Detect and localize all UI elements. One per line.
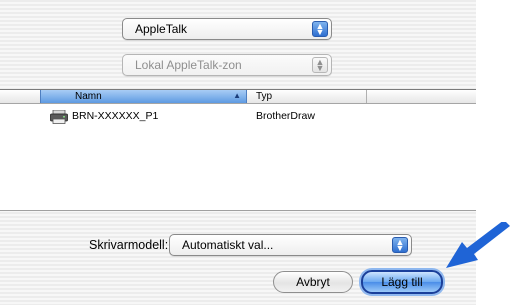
add-printer-dialog: AppleTalk ▲ ▼ Lokal AppleTalk-zon ▲ ▼ Namn… xyxy=(0,0,476,305)
arrow-pointer-icon xyxy=(446,222,510,268)
add-button[interactable]: Lägg till xyxy=(361,270,443,294)
column-header-type[interactable]: Typ xyxy=(246,90,367,103)
column-name-label: Namn xyxy=(75,91,102,102)
column-type-label: Typ xyxy=(256,91,273,102)
printer-icon xyxy=(50,110,68,124)
connection-type-popup[interactable]: AppleTalk ▲ ▼ xyxy=(122,18,332,40)
list-header: Namn ▲ Typ xyxy=(0,90,476,104)
updown-arrows-icon: ▲ ▼ xyxy=(392,237,408,253)
printer-name: BRN-XXXXXX_P1 xyxy=(72,110,159,122)
printer-type: BrotherDraw xyxy=(256,110,315,122)
zone-popup: Lokal AppleTalk-zon ▲ ▼ xyxy=(122,54,332,76)
printer-model-popup[interactable]: Automatiskt val... ▲ ▼ xyxy=(169,234,412,256)
printer-model-label: Skrivarmodell: xyxy=(89,238,169,252)
printer-model-value: Automatiskt val... xyxy=(182,238,274,252)
connection-type-value: AppleTalk xyxy=(135,22,188,36)
sort-ascending-icon: ▲ xyxy=(233,91,241,100)
printer-list[interactable]: Namn ▲ Typ BRN-XXXXXX_P1 BrotherDraw xyxy=(0,89,476,211)
updown-arrows-icon: ▲ ▼ xyxy=(312,57,328,73)
list-item[interactable]: BRN-XXXXXX_P1 BrotherDraw xyxy=(0,109,476,125)
cancel-button[interactable]: Avbryt xyxy=(273,271,353,293)
zone-value: Lokal AppleTalk-zon xyxy=(135,58,242,72)
updown-arrows-icon: ▲ ▼ xyxy=(312,21,328,37)
column-header-name[interactable]: Namn ▲ xyxy=(40,90,247,103)
